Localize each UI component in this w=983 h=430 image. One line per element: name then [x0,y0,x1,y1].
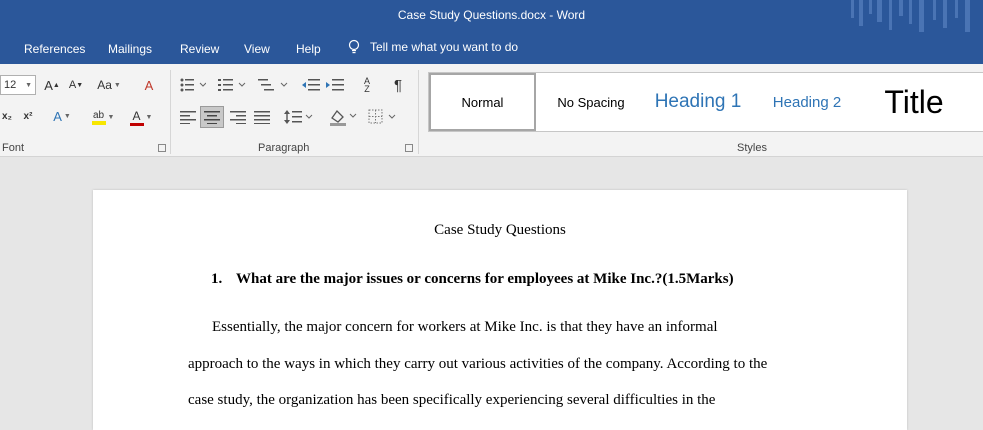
align-center-icon [204,111,220,124]
font-color-icon[interactable]: A ▼ [126,108,156,126]
line-spacing-icon[interactable] [284,109,314,125]
question-number: 1. [211,271,223,287]
paragraph-group-label: Paragraph [258,142,310,154]
paragraph-line: case study, the organization has been sp… [188,392,716,408]
shading-icon[interactable] [328,108,358,126]
text-effects-icon[interactable]: A ▼ [50,108,74,124]
clear-formatting-icon[interactable]: A [140,77,158,93]
ribbon-tabs: References Mailings Review View Help Tel… [0,32,983,64]
paragraph-line: Essentially, the major concern for worke… [212,319,718,335]
document-title: Case Study Questions [434,222,566,238]
group-separator [418,70,419,154]
styles-group-label: Styles [737,142,767,154]
group-separator [170,70,171,154]
style-no-spacing[interactable]: No Spacing [541,73,641,131]
window-title: Case Study Questions.docx - Word [397,8,586,22]
tab-references[interactable]: References [24,42,85,56]
paragraph-line: approach to the ways in which they carry… [188,356,768,372]
tab-review[interactable]: Review [180,42,219,56]
font-size-value: 12 [4,79,17,91]
ribbon: 12 ▼ A ▲ A ▼ Aa ▼ A x₂ x² A ▼ ab ▼ A ▼ Font AZ … [0,64,983,157]
font-size-select[interactable]: 12 ▼ [0,75,36,95]
font-dialog-launcher-icon[interactable] [158,144,166,152]
align-left-icon[interactable] [180,110,196,124]
tell-me-box[interactable]: Tell me what you want to do [348,39,518,55]
paragraph-dialog-launcher-icon[interactable] [405,144,413,152]
style-heading-2[interactable]: Heading 2 [759,73,855,131]
numbering-icon[interactable] [218,78,246,92]
lightbulb-icon [348,39,360,54]
style-title[interactable]: Title [869,73,959,131]
tab-help[interactable]: Help [296,42,321,56]
grow-font-icon[interactable]: A ▲ [44,77,60,93]
align-center-button[interactable] [200,106,224,128]
superscript-icon[interactable]: x² [20,108,36,124]
question-text: What are the major issues or concerns fo… [236,271,734,287]
multilevel-list-icon[interactable] [258,78,288,92]
shrink-font-icon[interactable]: A ▼ [68,77,84,93]
bullets-icon[interactable] [180,78,206,92]
highlight-color-icon[interactable]: ab ▼ [88,108,118,126]
increase-indent-icon[interactable] [326,78,344,92]
font-group-label: Font [2,142,25,154]
justify-icon[interactable] [254,110,270,124]
tell-me-label: Tell me what you want to do [370,40,519,54]
align-right-icon[interactable] [230,110,246,124]
style-normal[interactable]: Normal [429,73,536,131]
change-case-icon[interactable]: Aa ▼ [96,77,122,93]
styles-gallery: Normal No Spacing Heading 1 Heading 2 Ti… [428,72,983,132]
title-bar-decoration [851,0,970,32]
decrease-indent-icon[interactable] [302,78,320,92]
subscript-icon[interactable]: x₂ [0,108,14,124]
show-formatting-marks-icon[interactable]: ¶ [390,76,406,94]
title-bar: Case Study Questions.docx - Word [0,0,983,32]
style-heading-1[interactable]: Heading 1 [647,73,749,131]
tab-mailings[interactable]: Mailings [108,42,152,56]
tab-view[interactable]: View [244,42,270,56]
sort-icon[interactable]: AZ [358,77,376,94]
borders-icon[interactable] [368,109,398,125]
document-page[interactable]: Case Study Questions 1. What are the maj… [93,190,907,430]
chevron-down-icon: ▼ [25,81,32,89]
